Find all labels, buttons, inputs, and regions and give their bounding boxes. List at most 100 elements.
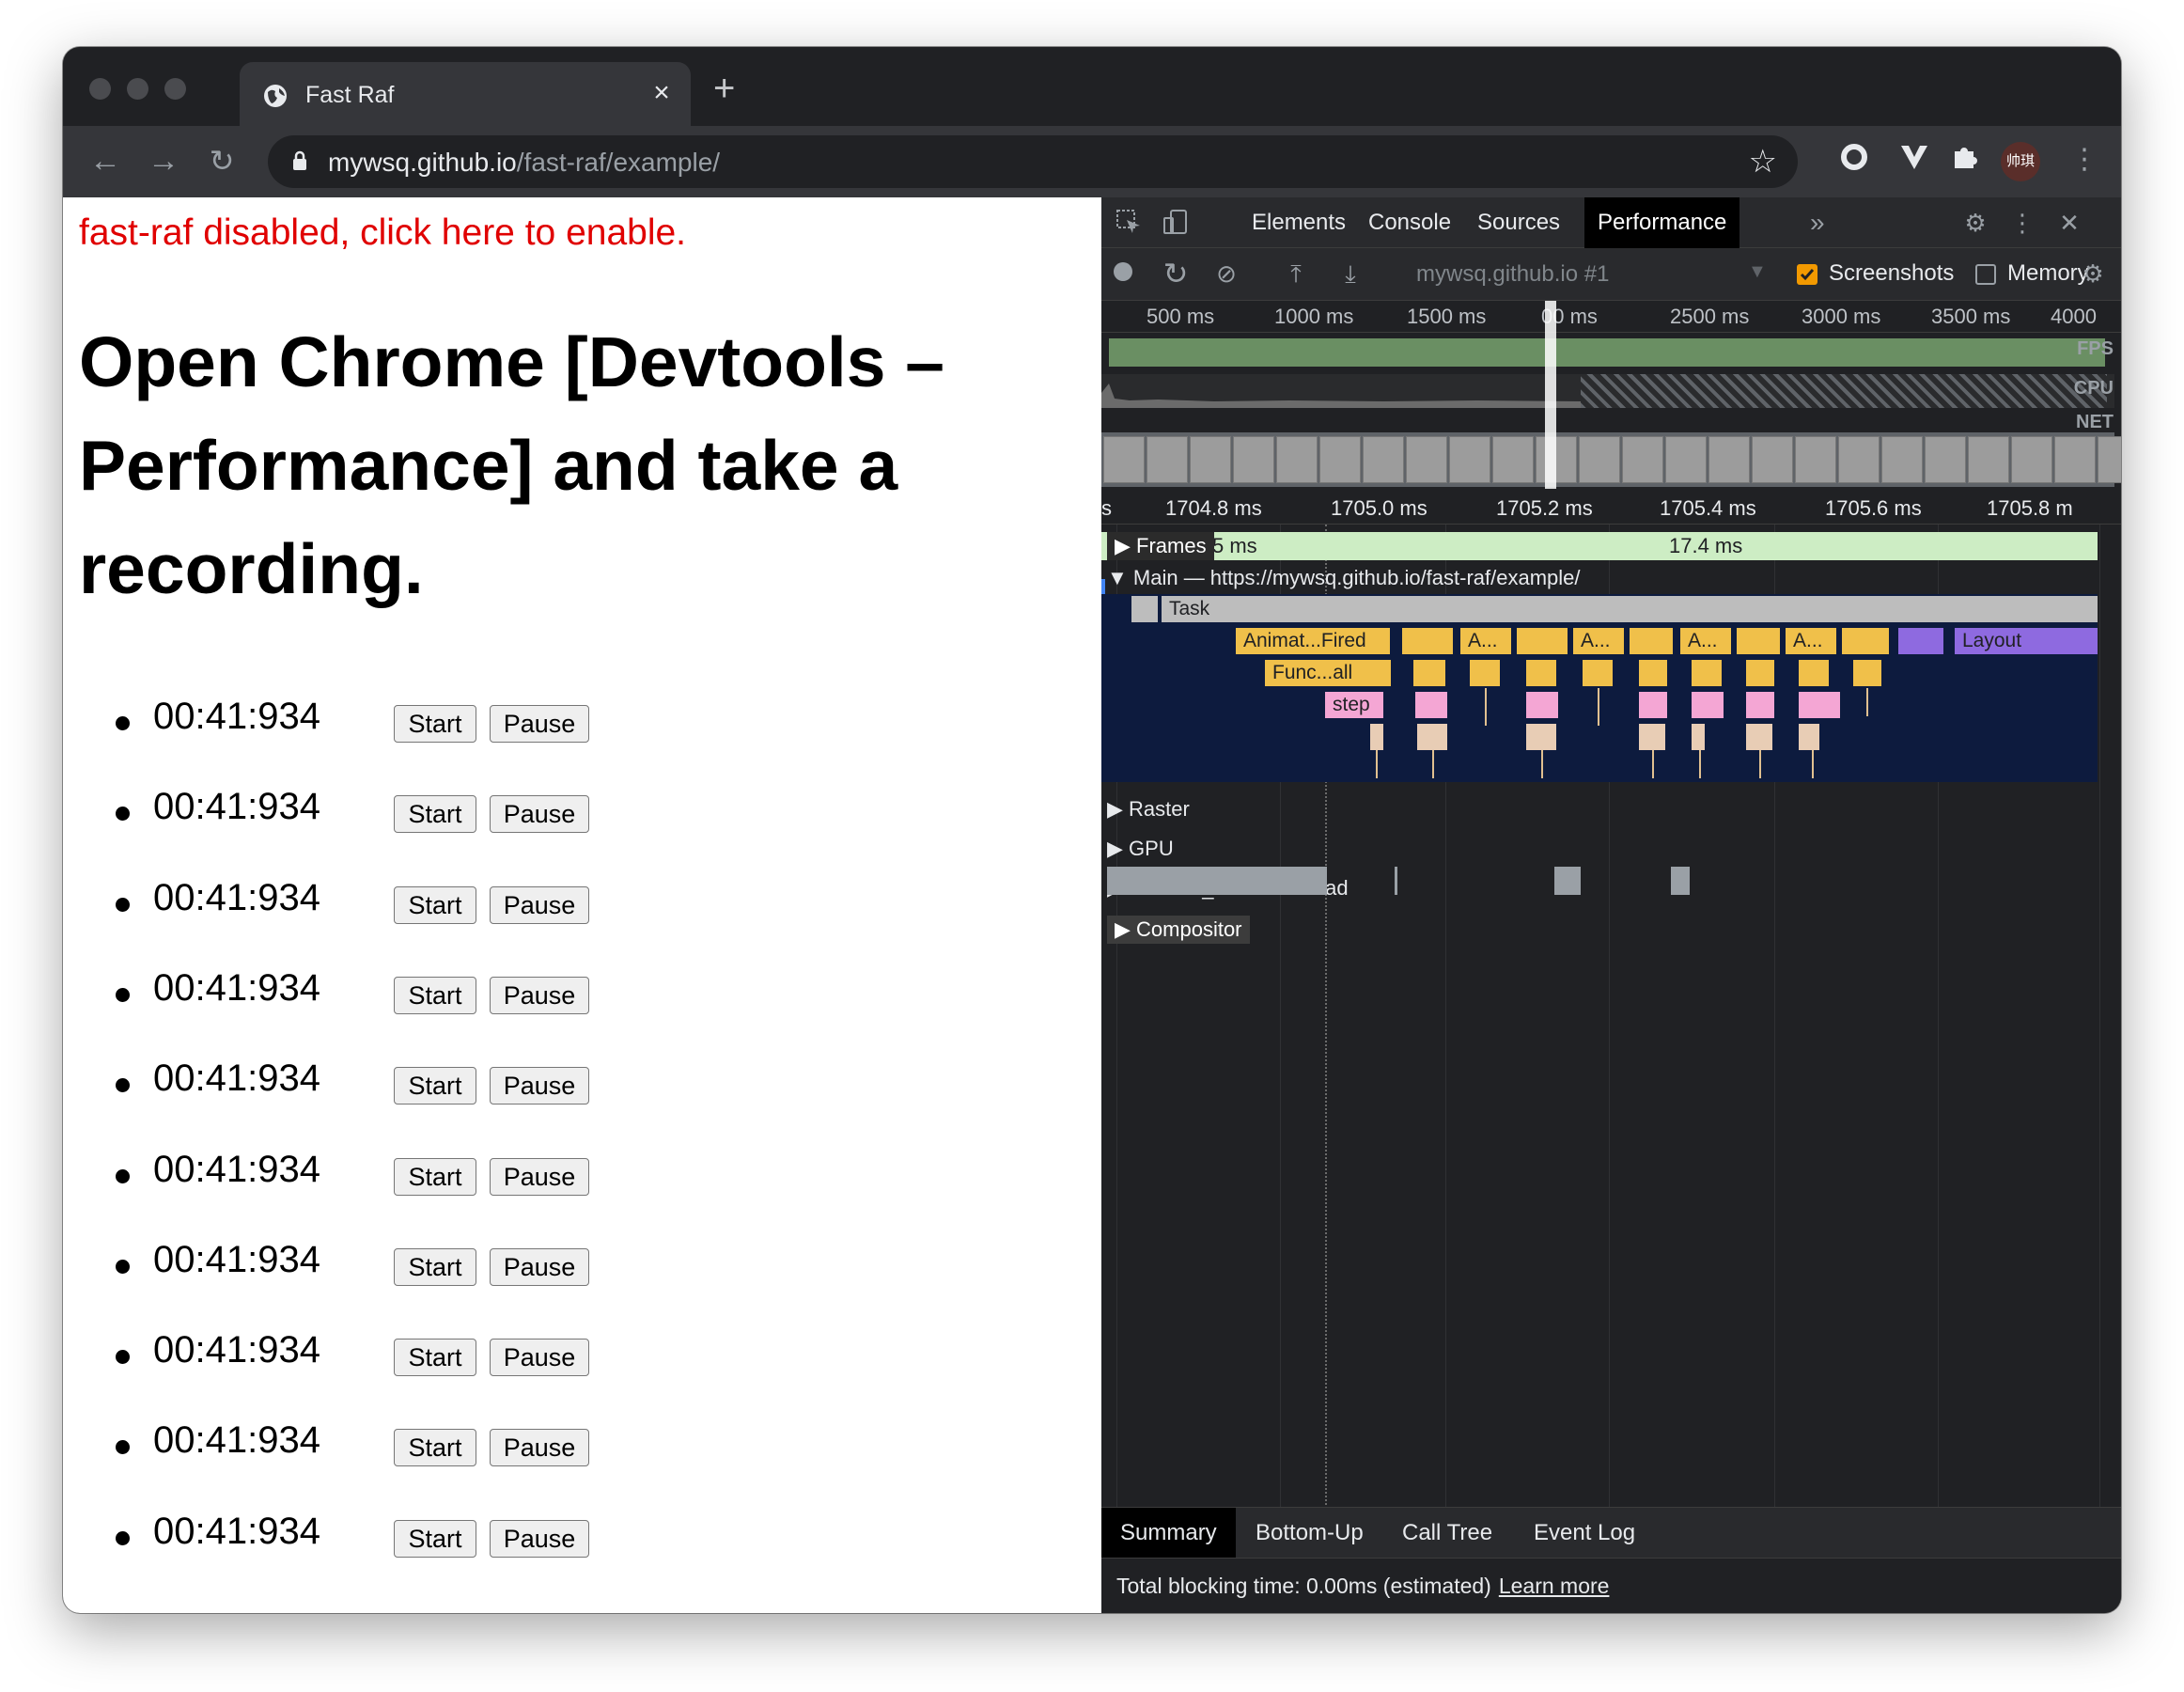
window-close-dot[interactable] xyxy=(89,78,111,100)
step-block[interactable]: step xyxy=(1325,692,1383,718)
task-block[interactable]: Task xyxy=(1162,596,2098,622)
screenshot-thumbnail[interactable] xyxy=(1103,436,1145,483)
screenshot-thumbnail[interactable] xyxy=(1708,436,1750,483)
function-call-block[interactable] xyxy=(1692,660,1722,686)
step-block[interactable] xyxy=(1692,692,1724,718)
forward-arrow-icon[interactable]: → xyxy=(142,139,185,182)
start-button[interactable]: Start xyxy=(394,885,476,924)
browser-tab[interactable]: Fast Raf × xyxy=(240,62,691,126)
chevron-down-icon[interactable]: ▼ xyxy=(1748,261,1767,283)
extensions-puzzle-icon[interactable] xyxy=(1946,143,1984,180)
pause-button[interactable]: Pause xyxy=(490,976,589,1014)
close-devtools-icon[interactable]: ✕ xyxy=(2055,209,2083,237)
pause-button[interactable]: Pause xyxy=(490,1157,589,1196)
function-call-block[interactable] xyxy=(1413,660,1445,686)
more-tabs-icon[interactable]: » xyxy=(1797,197,1838,248)
function-call-block[interactable] xyxy=(1639,660,1667,686)
browser-menu-icon[interactable]: ⋮ xyxy=(2070,143,2098,176)
function-call-block[interactable]: Func...all xyxy=(1265,660,1391,686)
details-tab-event-log[interactable]: Event Log xyxy=(1515,1508,1654,1559)
screenshot-thumbnail[interactable] xyxy=(1838,436,1880,483)
task-block[interactable] xyxy=(1131,596,1158,622)
function-call-block[interactable] xyxy=(1746,660,1774,686)
frames-track[interactable]: 5 ms ▶ Frames 17.4 ms xyxy=(1101,532,2098,560)
back-arrow-icon[interactable]: ← xyxy=(84,139,127,182)
step-block[interactable] xyxy=(1799,692,1840,718)
gpu-track-header[interactable]: ▶ GPU xyxy=(1107,837,1174,861)
main-thread-header[interactable]: ▼ Main — https://mywsq.github.io/fast-ra… xyxy=(1107,566,1581,590)
step-block[interactable] xyxy=(1526,692,1558,718)
pause-button[interactable]: Pause xyxy=(490,795,589,834)
devtools-tab-sources[interactable]: Sources xyxy=(1464,197,1573,248)
animation-frame-block[interactable]: A... xyxy=(1573,628,1624,654)
subcall-block[interactable] xyxy=(1370,724,1383,750)
function-call-block[interactable] xyxy=(1583,660,1613,686)
screenshot-thumbnail[interactable] xyxy=(1190,436,1231,483)
close-tab-icon[interactable]: × xyxy=(646,77,678,109)
pause-button[interactable]: Pause xyxy=(490,1429,589,1467)
compositor-bar[interactable] xyxy=(1671,867,1690,895)
pause-button[interactable]: Pause xyxy=(490,1519,589,1558)
memory-checkbox[interactable] xyxy=(1975,264,1996,285)
screenshot-thumbnail[interactable] xyxy=(2011,436,2052,483)
animation-frame-block[interactable] xyxy=(1402,628,1453,654)
details-tab-summary[interactable]: Summary xyxy=(1101,1508,1236,1559)
clear-icon[interactable]: ⊘ xyxy=(1212,259,1240,288)
screenshot-thumbnail[interactable] xyxy=(2098,436,2121,483)
details-tab-call-tree[interactable]: Call Tree xyxy=(1383,1508,1511,1559)
animation-frame-block[interactable] xyxy=(1517,628,1568,654)
screenshot-thumbnail[interactable] xyxy=(1406,436,1447,483)
devtools-menu-icon[interactable]: ⋮ xyxy=(2008,209,2036,237)
start-button[interactable]: Start xyxy=(394,705,476,743)
step-block[interactable] xyxy=(1639,692,1667,718)
start-button[interactable]: Start xyxy=(394,1519,476,1558)
devtools-tab-elements[interactable]: Elements xyxy=(1239,197,1359,248)
extension-circle-icon[interactable] xyxy=(1835,143,1873,180)
subcall-block[interactable] xyxy=(1692,724,1705,750)
function-call-block[interactable] xyxy=(1799,660,1829,686)
reload-icon[interactable]: ↻ xyxy=(200,139,243,182)
start-button[interactable]: Start xyxy=(394,1339,476,1377)
flame-chart-area[interactable]: 5 ms ▶ Frames 17.4 ms ▼ Main — https://m… xyxy=(1101,525,2114,1535)
start-button[interactable]: Start xyxy=(394,795,476,834)
devtools-tab-console[interactable]: Console xyxy=(1355,197,1464,248)
screenshot-thumbnail[interactable] xyxy=(1363,436,1404,483)
compositor-bar[interactable] xyxy=(1395,867,1397,895)
start-button[interactable]: Start xyxy=(394,1157,476,1196)
profile-avatar[interactable]: 帅琪 xyxy=(2001,142,2040,181)
animation-frame-block[interactable] xyxy=(1842,628,1889,654)
start-button[interactable]: Start xyxy=(394,1429,476,1467)
screenshot-thumbnail[interactable] xyxy=(1276,436,1318,483)
screenshot-thumbnail[interactable] xyxy=(1319,436,1361,483)
main-thread-flame[interactable]: Task Animat...Fired A... A... A... A... … xyxy=(1101,594,2098,782)
learn-more-link[interactable]: Learn more xyxy=(1499,1574,1610,1598)
animation-frame-block[interactable]: A... xyxy=(1680,628,1731,654)
fast-raf-toggle-link[interactable]: fast-raf disabled, click here to enable. xyxy=(79,212,686,254)
animation-frame-block[interactable]: A... xyxy=(1460,628,1511,654)
new-tab-button[interactable]: + xyxy=(713,70,735,107)
capture-settings-gear-icon[interactable]: ⚙ xyxy=(2079,259,2107,288)
screenshot-thumbnail[interactable] xyxy=(1881,436,1923,483)
screenshot-thumbnail[interactable] xyxy=(1449,436,1490,483)
screenshot-thumbnail[interactable] xyxy=(1752,436,1793,483)
function-call-block[interactable] xyxy=(1470,660,1500,686)
device-toolbar-icon[interactable] xyxy=(1162,209,1190,237)
subcall-block[interactable] xyxy=(1799,724,1819,750)
animation-frame-block[interactable]: A... xyxy=(1786,628,1836,654)
settings-gear-icon[interactable]: ⚙ xyxy=(1961,209,1989,237)
extension-v-icon[interactable] xyxy=(1895,143,1933,180)
compositor-track-header[interactable]: ▶ Compositor xyxy=(1107,916,1250,944)
start-button[interactable]: Start xyxy=(394,976,476,1014)
address-bar[interactable]: mywsq.github.io/fast-raf/example/ ☆ xyxy=(268,135,1798,188)
frames-track-header[interactable]: ▶ Frames xyxy=(1107,532,1214,560)
animation-frame-block[interactable] xyxy=(1630,628,1673,654)
overview-selection-marker[interactable] xyxy=(1545,301,1556,489)
screenshot-thumbnail[interactable] xyxy=(1233,436,1274,483)
pause-button[interactable]: Pause xyxy=(490,1247,589,1286)
inspect-element-icon[interactable] xyxy=(1115,209,1143,237)
upload-icon[interactable]: ⤒ xyxy=(1282,259,1310,288)
subcall-block[interactable] xyxy=(1639,724,1665,750)
screenshot-thumbnail[interactable] xyxy=(1665,436,1707,483)
screenshot-thumbnail[interactable] xyxy=(1925,436,1966,483)
function-call-block[interactable] xyxy=(1526,660,1556,686)
